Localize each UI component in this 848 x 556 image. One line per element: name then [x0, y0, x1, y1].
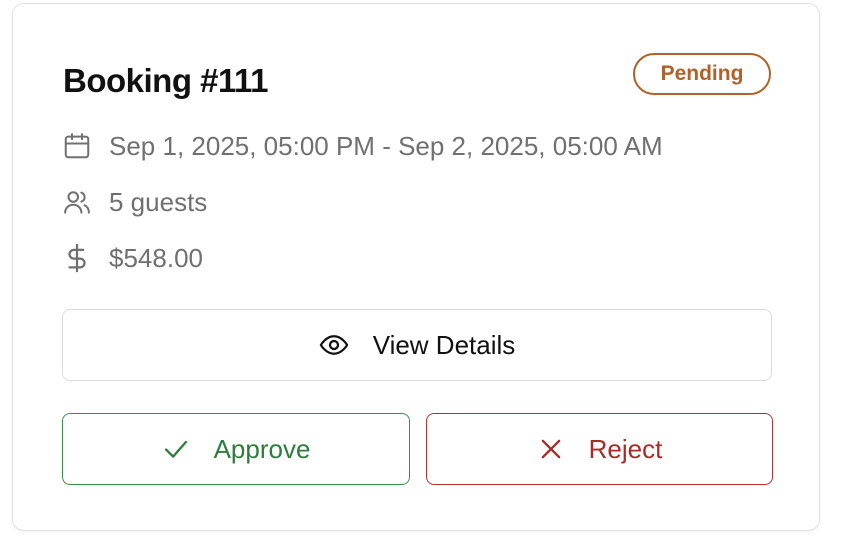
check-icon: [162, 435, 190, 463]
eye-icon: [319, 330, 349, 360]
users-icon: [61, 186, 93, 218]
view-details-label: View Details: [372, 329, 516, 360]
price-text: $548.00: [109, 242, 203, 273]
guests-row: 5 guests: [61, 185, 207, 219]
approve-label: Approve: [213, 433, 311, 464]
reject-button[interactable]: Reject: [426, 413, 773, 485]
date-range-row: Sep 1, 2025, 05:00 PM - Sep 2, 2025, 05:…: [61, 129, 663, 163]
dollar-icon: [61, 242, 93, 274]
booking-title: Booking #111: [63, 62, 268, 99]
date-range-text: Sep 1, 2025, 05:00 PM - Sep 2, 2025, 05:…: [109, 130, 663, 161]
status-badge: Pending: [633, 53, 771, 95]
reject-label: Reject: [588, 433, 663, 464]
booking-card: Booking #111 Pending Sep 1, 2025, 05:00 …: [12, 3, 820, 531]
x-icon: [537, 435, 565, 463]
approve-button[interactable]: Approve: [62, 413, 410, 485]
price-row: $548.00: [61, 241, 203, 275]
view-details-button[interactable]: View Details: [62, 309, 772, 381]
calendar-icon: [61, 130, 93, 162]
guests-text: 5 guests: [109, 186, 208, 217]
